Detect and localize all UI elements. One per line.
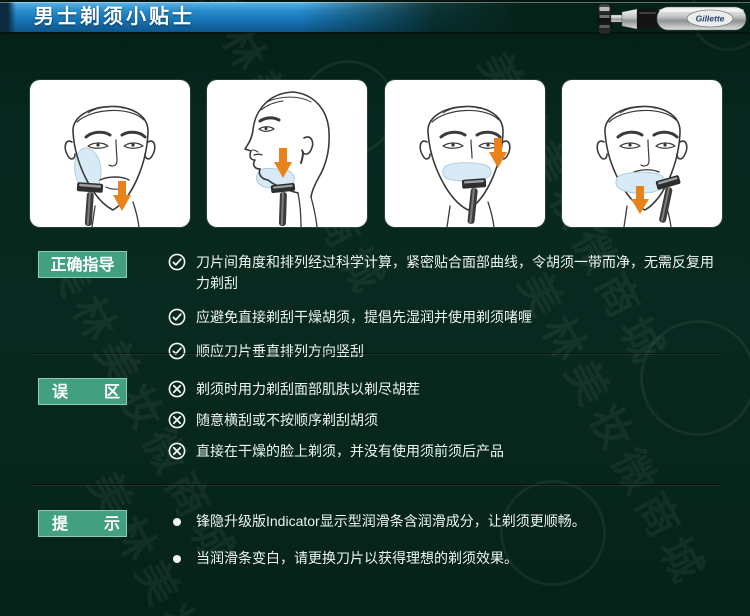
razor-head bbox=[597, 3, 612, 35]
tip-text: 当润滑条变白，请更换刀片以获得理想的剃须效果。 bbox=[196, 550, 518, 566]
tip-text: 随意横刮或不按顺序剃刮胡须 bbox=[196, 412, 378, 428]
bullet-icon bbox=[173, 518, 181, 526]
illustration-panels bbox=[30, 80, 722, 227]
face-sketch bbox=[244, 91, 331, 227]
step-illustration-4 bbox=[561, 80, 722, 227]
tip-text: 直接在干燥的脸上剃须，并没有使用须前须后产品 bbox=[196, 443, 504, 459]
down-arrow-icon bbox=[113, 181, 131, 211]
razor-glyph bbox=[655, 175, 681, 223]
razor-glyph bbox=[76, 182, 104, 226]
down-arrow-icon bbox=[488, 138, 507, 168]
cross-circle-icon bbox=[168, 380, 186, 398]
check-circle-icon bbox=[168, 342, 186, 360]
section-label-misconceptions: 误区 bbox=[38, 378, 127, 405]
section-tips: 提示 锋隐升级版Indicator显示型润滑条含润滑成分，让剃须更顺畅。 当润滑… bbox=[30, 509, 722, 585]
step-illustration-3 bbox=[384, 80, 545, 227]
tip-text: 剃须时用力剃刮面部肌肤以剃尽胡茬 bbox=[196, 381, 420, 397]
check-circle-icon bbox=[168, 253, 186, 271]
list-item: 刀片间角度和排列经过科学计算，紧密贴合面部曲线，令胡须一带而净，无需反复用力剃刮 bbox=[168, 252, 722, 294]
razor-image: Gillette bbox=[597, 3, 747, 35]
list-item: 顺应刀片垂直排列方向竖刮 bbox=[168, 341, 722, 362]
step-illustration-1 bbox=[30, 80, 190, 227]
bullet-icon bbox=[173, 555, 181, 563]
check-circle-icon bbox=[168, 308, 186, 326]
razor-collar bbox=[621, 8, 638, 30]
razor-glyph bbox=[271, 182, 296, 227]
tip-text: 锋隐升级版Indicator显示型润滑条含润滑成分，让剃须更顺畅。 bbox=[196, 513, 586, 529]
section-correct-guidance: 正确指导 刀片间角度和排列经过科学计算，紧密贴合面部曲线，令胡须一带而净，无需反… bbox=[30, 250, 722, 375]
list-item: 直接在干燥的脸上剃须，并没有使用须前须后产品 bbox=[168, 441, 722, 462]
cross-circle-icon bbox=[168, 442, 186, 460]
shaving-tips-page: 美林美妆微商城 美林美妆微商城 美林美妆微商城 美林美妆微商城 美林美妆微商城 … bbox=[0, 0, 750, 616]
list-item: 锋隐升级版Indicator显示型润滑条含润滑成分，让剃须更顺畅。 bbox=[168, 511, 722, 532]
section-divider bbox=[30, 484, 720, 486]
tip-text: 刀片间角度和排列经过科学计算，紧密贴合面部曲线，令胡须一带而净，无需反复用力剃刮 bbox=[196, 254, 714, 291]
section-misconceptions: 误区 剃须时用力剃刮面部肌肤以剃尽胡茬 随意横刮或不按顺序剃刮胡须 直接在干燥的… bbox=[30, 377, 722, 472]
section-divider bbox=[30, 353, 720, 355]
list-item: 剃须时用力剃刮面部肌肤以剃尽胡茬 bbox=[168, 379, 722, 400]
shaving-foam bbox=[441, 162, 492, 182]
list-item: 应避免直接剃刮干燥胡须，提倡先湿润并使用剃须啫喱 bbox=[168, 307, 722, 328]
list-item: 当润滑条变白，请更换刀片以获得理想的剃须效果。 bbox=[168, 548, 722, 569]
section-label-tips: 提示 bbox=[38, 510, 127, 537]
page-title: 男士剃须小贴士 bbox=[34, 6, 195, 28]
razor-glyph bbox=[461, 178, 486, 224]
tip-text: 顺应刀片垂直排列方向竖刮 bbox=[196, 343, 364, 359]
list-item: 随意横刮或不按顺序剃刮胡须 bbox=[168, 410, 722, 431]
section-label-correct-guidance: 正确指导 bbox=[38, 251, 127, 278]
razor-neck bbox=[610, 14, 623, 23]
brand-label: Gillette bbox=[696, 14, 725, 24]
tip-text: 应避免直接剃刮干燥胡须，提倡先湿润并使用剃须啫喱 bbox=[196, 309, 532, 325]
cross-circle-icon bbox=[168, 411, 186, 429]
step-illustration-2 bbox=[207, 80, 368, 227]
